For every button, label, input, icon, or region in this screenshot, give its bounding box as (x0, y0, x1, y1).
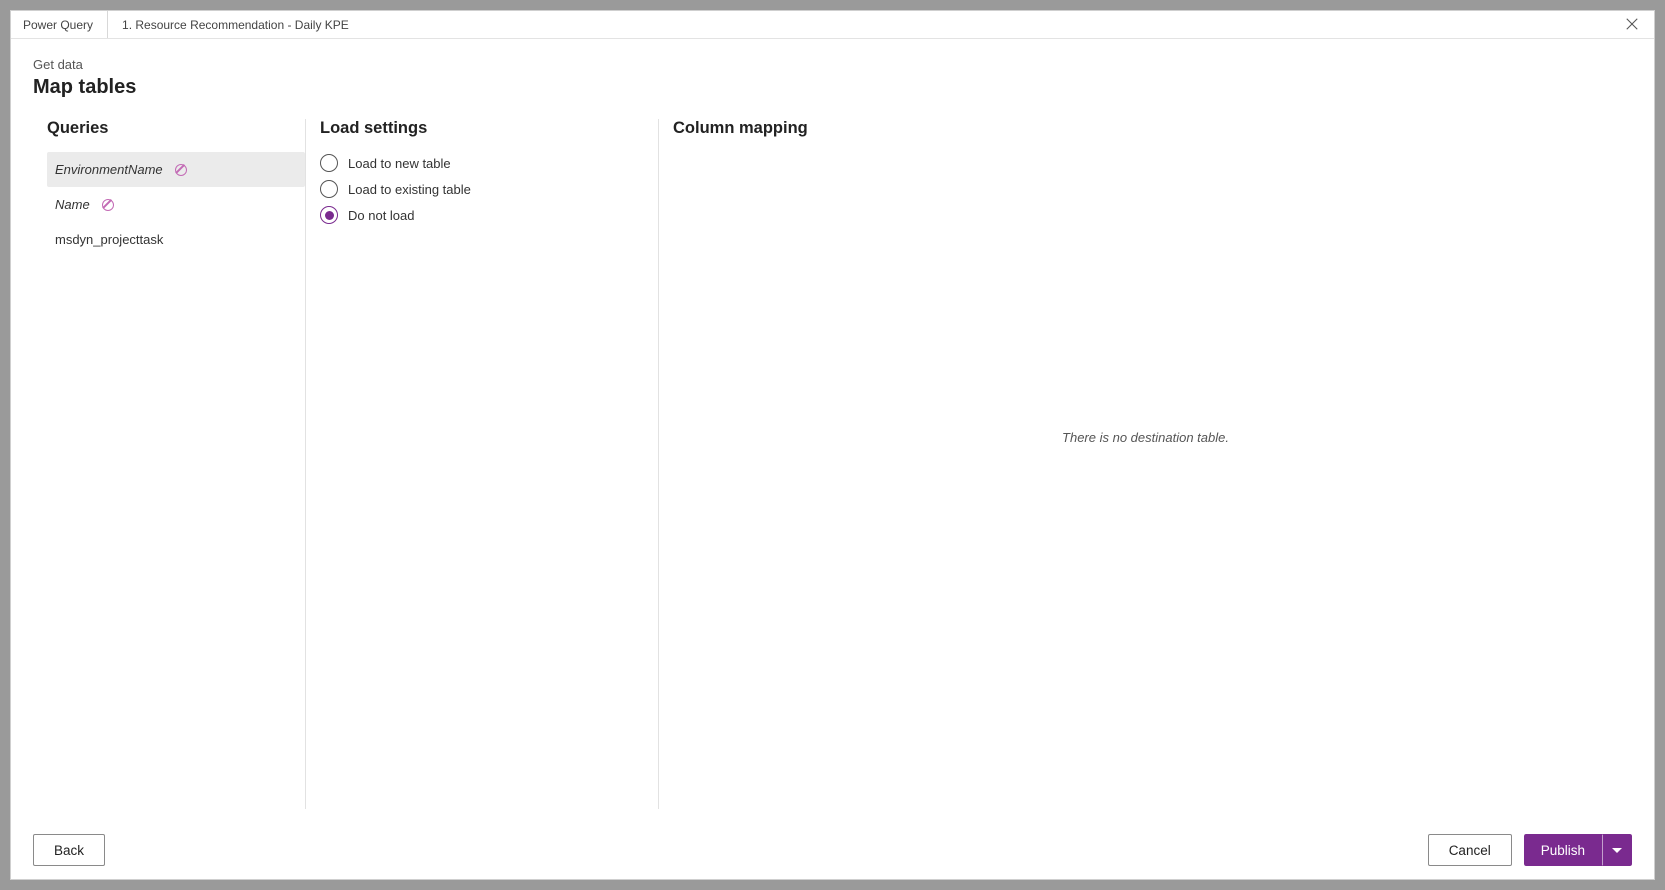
query-item-label: Name (55, 197, 90, 212)
query-item-environmentname[interactable]: EnvironmentName (47, 152, 305, 187)
breadcrumb: Get data (33, 57, 1632, 72)
radio-do-not-load[interactable]: Do not load (320, 206, 658, 224)
radio-label: Load to new table (348, 156, 451, 171)
publish-split-button[interactable] (1602, 834, 1632, 866)
chevron-down-icon (1612, 848, 1622, 853)
column-mapping-heading: Column mapping (673, 119, 1632, 138)
back-button[interactable]: Back (33, 834, 105, 866)
dialog-content: Get data Map tables Queries EnvironmentN… (11, 39, 1654, 821)
column-mapping-empty-message: There is no destination table. (659, 430, 1632, 445)
page-title: Map tables (33, 76, 1632, 99)
do-not-load-icon (102, 199, 114, 211)
cancel-button[interactable]: Cancel (1428, 834, 1512, 866)
queries-heading: Queries (47, 119, 305, 138)
query-item-label: msdyn_projecttask (55, 232, 163, 247)
radio-icon (320, 180, 338, 198)
radio-label: Do not load (348, 208, 415, 223)
radio-load-new-table[interactable]: Load to new table (320, 154, 658, 172)
close-button[interactable] (1616, 11, 1648, 38)
titlebar-document-name: 1. Resource Recommendation - Daily KPE (108, 18, 349, 32)
column-mapping-panel: Column mapping There is no destination t… (658, 119, 1632, 809)
queries-panel: Queries EnvironmentName Name msdyn_proje… (47, 119, 305, 809)
radio-load-existing-table[interactable]: Load to existing table (320, 180, 658, 198)
columns-wrapper: Queries EnvironmentName Name msdyn_proje… (33, 119, 1632, 821)
radio-icon (320, 154, 338, 172)
radio-dot-icon (325, 211, 334, 220)
titlebar: Power Query 1. Resource Recommendation -… (11, 11, 1654, 39)
radio-label: Load to existing table (348, 182, 471, 197)
titlebar-app-name: Power Query (23, 11, 108, 38)
power-query-dialog: Power Query 1. Resource Recommendation -… (10, 10, 1655, 880)
load-settings-heading: Load settings (320, 119, 658, 138)
load-settings-radio-group: Load to new table Load to existing table… (320, 154, 658, 224)
query-item-msdyn-projecttask[interactable]: msdyn_projecttask (47, 222, 305, 257)
load-settings-panel: Load settings Load to new table Load to … (305, 119, 658, 809)
publish-button[interactable]: Publish (1524, 834, 1602, 866)
publish-button-group: Publish (1524, 834, 1632, 866)
queries-list: EnvironmentName Name msdyn_projecttask (47, 152, 305, 257)
close-icon (1625, 16, 1639, 34)
radio-icon (320, 206, 338, 224)
do-not-load-icon (175, 164, 187, 176)
query-item-label: EnvironmentName (55, 162, 163, 177)
query-item-name[interactable]: Name (47, 187, 305, 222)
dialog-footer: Back Cancel Publish (11, 821, 1654, 879)
